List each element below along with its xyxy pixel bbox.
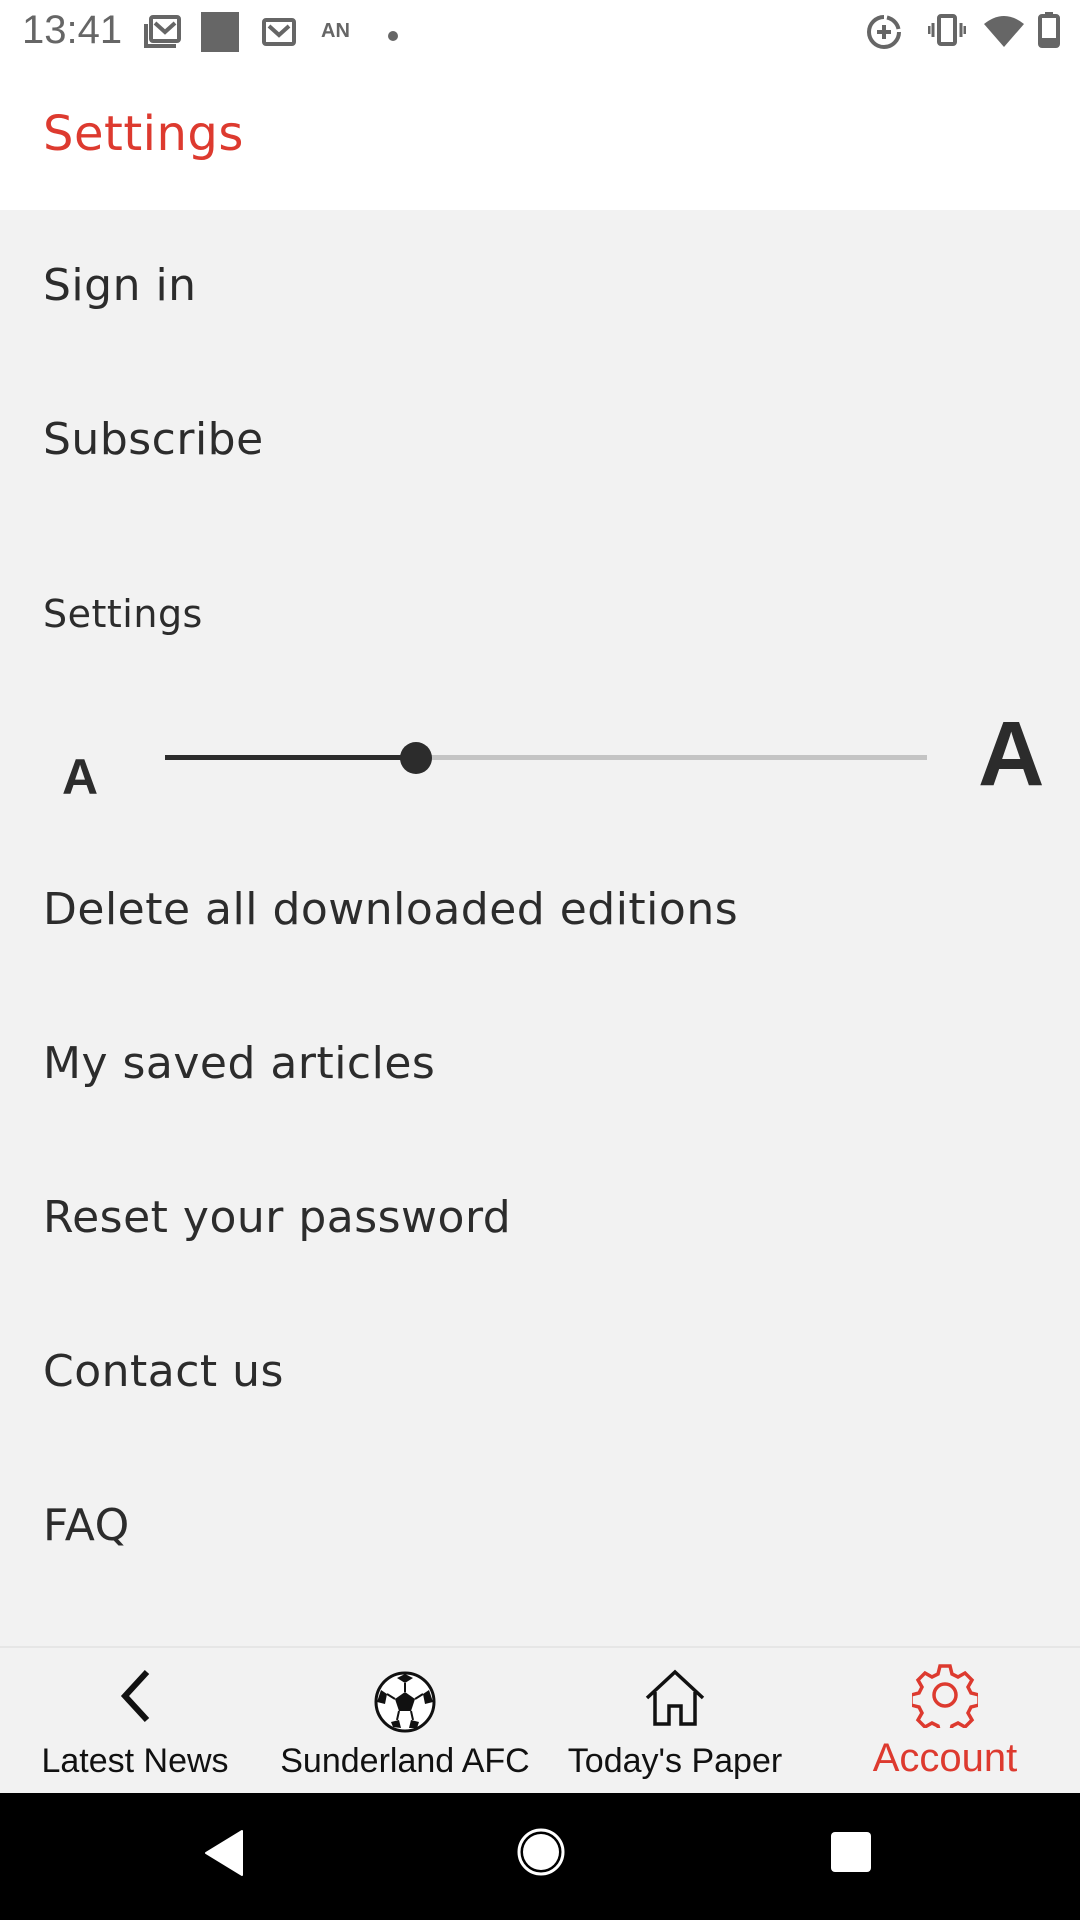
saved-articles-item[interactable]: My saved articles bbox=[43, 1038, 435, 1089]
settings-section-header: Settings bbox=[43, 592, 203, 636]
home-icon bbox=[643, 1668, 707, 1732]
text-size-large-icon: A bbox=[978, 703, 1045, 805]
app-header: Settings bbox=[0, 66, 1080, 210]
gmail-stack-icon bbox=[142, 14, 182, 54]
tab-todays-paper[interactable]: Today's Paper bbox=[540, 1648, 810, 1795]
home-circle-icon[interactable] bbox=[516, 1827, 566, 1881]
status-time: 13:41 bbox=[22, 8, 123, 52]
bottom-navigation: Latest News Sunderland AFC Today's Paper bbox=[0, 1646, 1080, 1795]
notification-square-icon bbox=[201, 12, 239, 56]
back-icon[interactable] bbox=[204, 1829, 244, 1881]
settings-list: Sign in Subscribe Settings A A Delete al… bbox=[0, 210, 1080, 1646]
reset-password-item[interactable]: Reset your password bbox=[43, 1192, 511, 1243]
vibrate-icon bbox=[927, 14, 967, 50]
system-navigation-bar bbox=[0, 1793, 1080, 1920]
football-icon bbox=[373, 1670, 437, 1738]
contact-us-item[interactable]: Contact us bbox=[43, 1346, 284, 1397]
wifi-icon bbox=[984, 14, 1024, 52]
gmail-icon bbox=[262, 18, 296, 50]
tab-label: Latest News bbox=[41, 1742, 229, 1780]
subscribe-item[interactable]: Subscribe bbox=[43, 414, 264, 465]
slider-thumb[interactable] bbox=[400, 742, 433, 774]
dot-icon bbox=[388, 26, 398, 45]
tab-label: Sunderland AFC bbox=[280, 1742, 530, 1780]
tab-latest-news[interactable]: Latest News bbox=[0, 1648, 270, 1795]
delete-downloads-item[interactable]: Delete all downloaded editions bbox=[43, 884, 738, 935]
gear-icon bbox=[909, 1662, 981, 1736]
text-size-slider-row: A A bbox=[0, 700, 1080, 810]
tab-label: Today's Paper bbox=[567, 1742, 783, 1780]
slider-fill bbox=[165, 755, 417, 760]
faq-item[interactable]: FAQ bbox=[43, 1500, 130, 1551]
tab-sunderland-afc[interactable]: Sunderland AFC bbox=[270, 1648, 540, 1795]
sign-in-item[interactable]: Sign in bbox=[43, 260, 197, 311]
recents-icon[interactable] bbox=[830, 1831, 872, 1877]
an-text-icon: AN bbox=[321, 20, 350, 42]
data-saver-icon bbox=[866, 14, 902, 54]
tab-label: Account bbox=[872, 1736, 1018, 1780]
text-size-slider[interactable] bbox=[165, 742, 927, 774]
status-bar: 13:41 AN bbox=[0, 0, 1080, 66]
chevron-left-icon bbox=[115, 1668, 155, 1728]
tab-account[interactable]: Account bbox=[810, 1648, 1080, 1795]
text-size-small-icon: A bbox=[62, 749, 99, 805]
battery-icon bbox=[1038, 12, 1060, 52]
page-title: Settings bbox=[43, 106, 244, 162]
